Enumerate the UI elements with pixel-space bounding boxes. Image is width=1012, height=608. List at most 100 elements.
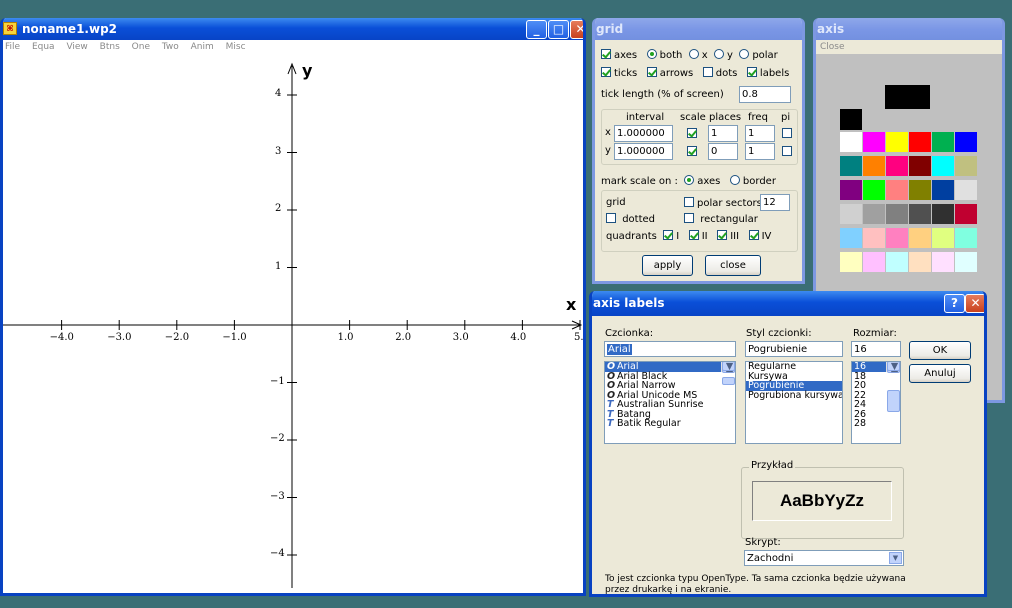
axes-checkbox[interactable] — [601, 49, 611, 59]
color-swatch[interactable] — [909, 252, 931, 272]
quadrant-3-checkbox[interactable] — [717, 230, 728, 240]
main-title-bar[interactable]: ⌘ noname1.wp2 _ □ ✕ — [3, 18, 583, 40]
color-swatch[interactable] — [863, 204, 885, 224]
help-button[interactable]: ? — [944, 294, 965, 313]
style-input[interactable]: Pogrubienie — [745, 341, 843, 357]
apply-button[interactable]: apply — [642, 255, 693, 276]
color-swatch[interactable] — [863, 132, 885, 152]
quadrant-2-checkbox[interactable] — [688, 230, 699, 240]
size-list-item[interactable]: 28 — [852, 419, 900, 429]
font-list-scrollbar[interactable]: ▲ ▼ — [721, 362, 735, 385]
polar-radio[interactable] — [739, 49, 750, 59]
mark-axes-radio[interactable] — [684, 175, 695, 185]
axis-close-menu[interactable]: Close — [816, 40, 1002, 54]
color-swatch[interactable] — [886, 180, 908, 200]
color-swatch[interactable] — [886, 132, 908, 152]
size-scroll-thumb[interactable] — [887, 390, 900, 412]
y-pi-checkbox[interactable] — [782, 146, 792, 156]
cancel-button[interactable]: Anuluj — [909, 364, 971, 383]
color-swatch[interactable] — [955, 252, 977, 272]
dotted-checkbox[interactable] — [606, 213, 616, 223]
x-freq-input[interactable]: 1 — [745, 125, 775, 142]
style-list[interactable]: Regularne Kursywa Pogrubienie Pogrubiona ku… — [745, 361, 843, 444]
dialog-close-button[interactable]: ✕ — [965, 294, 984, 313]
x-radio[interactable] — [688, 49, 699, 59]
color-swatch[interactable] — [863, 180, 885, 200]
black-swatch[interactable] — [840, 109, 862, 130]
color-swatch[interactable] — [955, 228, 977, 248]
dots-checkbox[interactable] — [702, 67, 713, 77]
x-pi-checkbox[interactable] — [782, 128, 792, 138]
size-input[interactable]: 16 — [851, 341, 901, 357]
quadrant-4-checkbox[interactable] — [748, 230, 759, 240]
color-swatch[interactable] — [863, 156, 885, 176]
y-freq-input[interactable]: 1 — [745, 143, 775, 160]
color-swatch[interactable] — [886, 228, 908, 248]
font-dialog-title: axis labels — [593, 296, 665, 310]
labels-checkbox[interactable] — [746, 67, 757, 77]
color-swatch[interactable] — [955, 156, 977, 176]
color-swatch[interactable] — [909, 204, 931, 224]
size-scroll-down-icon[interactable]: ▼ — [887, 362, 900, 371]
x-scale-checkbox[interactable] — [687, 128, 697, 138]
color-swatch[interactable] — [909, 180, 931, 200]
plot-canvas[interactable] — [3, 40, 583, 593]
y-scale-checkbox[interactable] — [687, 146, 697, 156]
close-button[interactable]: ✕ — [570, 20, 583, 39]
grid-title-bar[interactable]: grid — [595, 18, 802, 40]
color-swatch[interactable] — [886, 204, 908, 224]
color-swatch[interactable] — [840, 252, 862, 272]
color-swatch[interactable] — [840, 180, 862, 200]
color-swatch[interactable] — [932, 156, 954, 176]
color-swatch[interactable] — [955, 180, 977, 200]
grid-close-button[interactable]: close — [705, 255, 761, 276]
color-swatch[interactable] — [932, 180, 954, 200]
color-swatch[interactable] — [932, 252, 954, 272]
color-swatch[interactable] — [840, 204, 862, 224]
color-swatch[interactable] — [932, 132, 954, 152]
color-swatch[interactable] — [886, 252, 908, 272]
tick-length-input[interactable]: 0.8 — [739, 86, 791, 103]
font-dialog-title-bar[interactable]: axis labels ? ✕ — [592, 291, 984, 316]
ok-button[interactable]: OK — [909, 341, 971, 360]
arrows-checkbox[interactable] — [646, 67, 657, 77]
y-places-input[interactable]: 0 — [708, 143, 738, 160]
x-interval-input[interactable]: 1.000000 — [614, 125, 673, 142]
font-input[interactable]: Arial — [604, 341, 736, 357]
color-swatch[interactable] — [909, 156, 931, 176]
rectangular-checkbox[interactable] — [684, 213, 694, 223]
font-list[interactable]: O Arial O Arial Black O Arial Narrow O Arial Un… — [604, 361, 736, 444]
both-radio[interactable] — [646, 49, 657, 59]
color-swatch[interactable] — [932, 204, 954, 224]
size-list[interactable]: 16182022242628 ▲ ▼ — [851, 361, 901, 444]
color-swatch[interactable] — [909, 228, 931, 248]
mark-border-radio[interactable] — [729, 175, 740, 185]
axis-title-bar[interactable]: axis — [816, 18, 1002, 40]
x-places-input[interactable]: 1 — [708, 125, 738, 142]
size-list-scrollbar[interactable]: ▲ ▼ — [886, 362, 900, 412]
color-swatch[interactable] — [863, 228, 885, 248]
scroll-down-icon[interactable]: ▼ — [722, 362, 735, 371]
color-swatch[interactable] — [909, 132, 931, 152]
color-swatch[interactable] — [840, 132, 862, 152]
color-swatch[interactable] — [955, 132, 977, 152]
style-list-item[interactable]: Pogrubiona kursywa — [746, 390, 842, 401]
script-select[interactable]: Zachodni ▼ — [744, 550, 904, 566]
chevron-down-icon[interactable]: ▼ — [889, 552, 902, 564]
color-swatch[interactable] — [863, 252, 885, 272]
polar-sectors-checkbox[interactable] — [684, 197, 694, 207]
y-interval-input[interactable]: 1.000000 — [614, 143, 673, 160]
y-radio[interactable] — [714, 49, 725, 59]
ticks-checkbox[interactable] — [601, 67, 611, 77]
scroll-thumb[interactable] — [722, 377, 735, 385]
color-swatch[interactable] — [886, 156, 908, 176]
color-swatch[interactable] — [840, 156, 862, 176]
quadrant-1-checkbox[interactable] — [663, 230, 674, 240]
color-swatch[interactable] — [955, 204, 977, 224]
color-swatch[interactable] — [840, 228, 862, 248]
polar-sectors-input[interactable]: 12 — [760, 194, 790, 211]
font-list-item[interactable]: T Batik Regular — [605, 419, 735, 429]
maximize-button[interactable]: □ — [548, 20, 569, 39]
minimize-button[interactable]: _ — [526, 20, 547, 39]
color-swatch[interactable] — [932, 228, 954, 248]
